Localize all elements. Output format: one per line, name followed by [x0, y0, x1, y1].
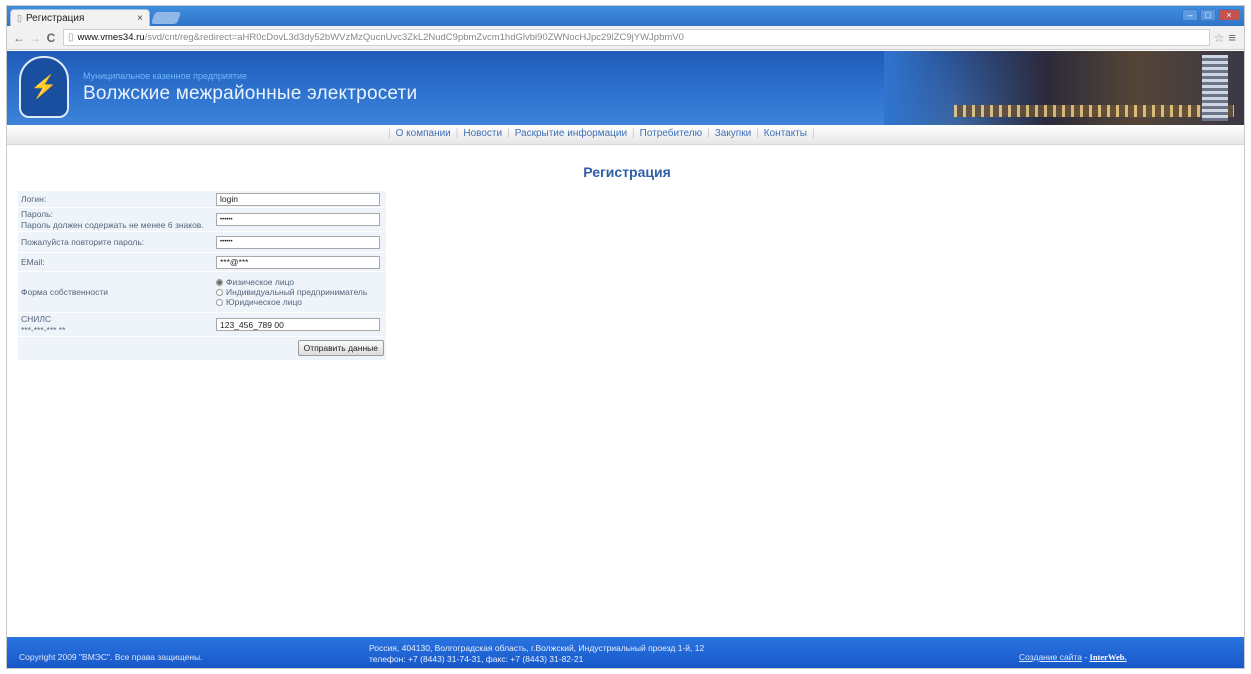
url-path: /svd/cnt/reg&redirect=aHR0cDovL3d3dy52bW… — [144, 32, 684, 43]
interweb-link[interactable]: InterWeb. — [1090, 652, 1127, 662]
copyright-text: Copyright 2009 "ВМЭС". Все права защищен… — [19, 652, 203, 662]
url-domain: www.vmes34.ru — [77, 32, 145, 43]
password-input[interactable]: •••••• — [216, 213, 380, 226]
submit-button[interactable]: Отправить данные — [297, 340, 384, 356]
contact-address: Россия, 404130, Волгоградская область, г… — [369, 643, 704, 666]
email-input[interactable]: ***@*** — [216, 255, 380, 269]
forward-icon[interactable]: → — [27, 31, 43, 45]
org-type: Муниципальное казенное предприятие — [83, 71, 247, 81]
registration-form: Логин: login Пароль: Пароль должен содер… — [18, 191, 386, 360]
page-icon: ▯ — [17, 12, 22, 23]
login-label: Логин: — [21, 193, 47, 204]
ownership-option-entrepreneur[interactable]: Индивидуальный предприниматель — [216, 287, 386, 297]
password-hint: Пароль должен содержать не менее 6 знако… — [21, 219, 204, 230]
radio-icon — [216, 288, 223, 296]
snils-input[interactable]: 123_456_789 00 — [216, 318, 380, 331]
bookmark-star-icon[interactable]: ☆ — [1214, 31, 1225, 45]
tab-close-icon[interactable]: × — [137, 13, 143, 24]
browser-menu-icon[interactable]: ≡ — [1228, 30, 1236, 45]
new-tab-button[interactable] — [150, 12, 182, 24]
main-nav: | О компании | Новости | Раскрытие инфор… — [7, 125, 1244, 145]
maximize-button[interactable]: □ — [1200, 9, 1216, 21]
window-controls: – □ × — [1182, 9, 1240, 21]
close-window-button[interactable]: × — [1218, 9, 1240, 21]
login-input[interactable]: login — [216, 192, 380, 206]
tab-title: Регистрация — [25, 12, 85, 24]
nav-link-consumers[interactable]: Потребителю — [640, 128, 702, 139]
phone-line: телефон: +7 (8443) 31-74-31, факс: +7 (8… — [369, 654, 584, 665]
city-banner-image — [884, 51, 1244, 125]
page-title: Регистрация — [583, 164, 671, 180]
nav-link-purchases[interactable]: Закупки — [715, 128, 751, 139]
nav-link-news[interactable]: Новости — [463, 128, 502, 139]
reload-icon[interactable]: C — [43, 31, 59, 45]
ownership-label: Форма собственности — [21, 286, 108, 297]
site-credits: Создание сайта - InterWeb. — [1019, 652, 1127, 662]
ownership-option-individual[interactable]: Физическое лицо — [216, 277, 386, 287]
address-line: Россия, 404130, Волгоградская область, г… — [369, 643, 705, 653]
nav-link-contacts[interactable]: Контакты — [764, 128, 807, 139]
tab-strip: ▯ Регистрация × – □ × — [7, 6, 1244, 26]
email-label: EMail: — [21, 256, 45, 267]
back-icon[interactable]: ← — [11, 31, 27, 45]
ownership-option-legal-entity[interactable]: Юридическое лицо — [216, 297, 386, 307]
nav-link-about[interactable]: О компании — [396, 128, 451, 139]
credit-link[interactable]: Создание сайта — [1019, 652, 1082, 662]
snils-hint: ***-***-*** ** — [21, 324, 66, 335]
snils-label: СНИЛС — [21, 314, 52, 325]
url-field[interactable]: ▯ www.vmes34.ru/svd/cnt/reg&redirect=aHR… — [63, 29, 1210, 46]
company-logo[interactable]: ⚡ — [19, 56, 69, 118]
minimize-button[interactable]: – — [1182, 9, 1198, 21]
site-footer: Copyright 2009 "ВМЭС". Все права защищен… — [7, 637, 1244, 668]
password-confirm-label: Пожалуйста повторите пароль: — [21, 236, 145, 247]
site-header: ⚡ Муниципальное казенное предприятие Вол… — [7, 51, 1244, 125]
org-name: Волжские межрайонные электросети — [83, 83, 418, 104]
document-icon: ▯ — [68, 32, 74, 43]
ownership-radio-group: Физическое лицо Индивидуальный предприни… — [216, 276, 386, 308]
radio-selected-icon — [216, 278, 223, 286]
browser-tab[interactable]: ▯ Регистрация × — [10, 9, 150, 26]
password-confirm-input[interactable]: •••••• — [216, 235, 380, 249]
password-label: Пароль: — [21, 209, 53, 220]
nav-link-disclosure[interactable]: Раскрытие информации — [515, 128, 627, 139]
browser-window: ▯ Регистрация × – □ × ← → C ▯ www.vmes34… — [6, 5, 1245, 669]
radio-icon — [216, 298, 223, 306]
address-bar-row: ← → C ▯ www.vmes34.ru/svd/cnt/reg&redire… — [7, 26, 1244, 50]
